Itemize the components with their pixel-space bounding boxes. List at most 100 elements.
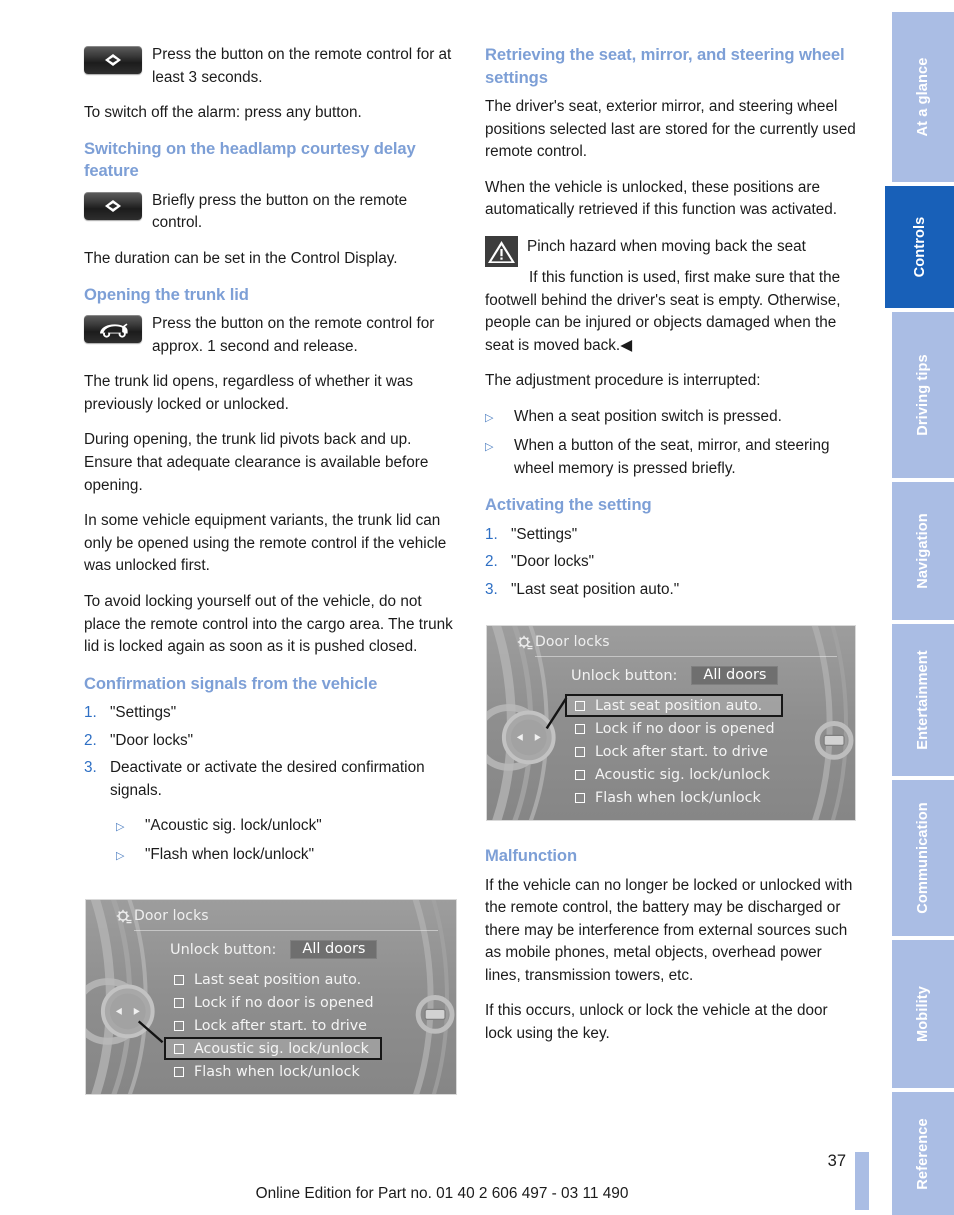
sidebar-item-entertainment[interactable]: Entertainment <box>892 624 954 776</box>
sidebar-item-label: Mobility <box>915 986 931 1042</box>
interrupt-intro-paragraph: The adjustment procedure is interrupted: <box>485 372 761 390</box>
option-flash-when-lock-unlock[interactable]: Flash when lock/unlock <box>170 1060 382 1083</box>
step-number: 1. <box>485 525 498 543</box>
sidebar-item-driving-tips[interactable]: Driving tips <box>892 312 954 478</box>
sidebar-item-communication[interactable]: Communication <box>892 780 954 936</box>
step-number: 3. <box>84 759 97 777</box>
option-lock-after-start-to-drive[interactable]: Lock after start. to drive <box>571 740 783 763</box>
checkbox-icon[interactable] <box>174 997 184 1008</box>
option-label: Last seat position auto. <box>595 697 763 714</box>
confirmation-signals-heading: Confirmation signals from the vehicle <box>84 673 378 693</box>
step-number: 2. <box>485 553 498 571</box>
pinch-hazard-warning: Pinch hazard when moving back the seat I… <box>485 235 859 357</box>
remote-trunk-button-icon <box>84 315 142 344</box>
triangle-bullet-icon: ▷ <box>116 849 125 862</box>
checkbox-icon[interactable] <box>575 700 585 711</box>
sidebar-item-label: Reference <box>915 1117 931 1190</box>
list-item: ▷ When a seat position switch is pressed… <box>485 406 859 430</box>
list-item: ▷ "Acoustic sig. lock/unlock" <box>116 815 458 839</box>
option-label: Flash when lock/unlock <box>595 789 761 806</box>
list-item: 1. "Settings" <box>485 524 859 547</box>
trunk-paragraph-3: In some vehicle equipment variants, the … <box>84 512 447 575</box>
warning-body: If this function is used, first make sur… <box>485 267 859 357</box>
unlock-button-row[interactable]: Unlock button: All doors <box>571 666 779 685</box>
trunk-instruction-text: Press the button on the remote control f… <box>152 315 435 355</box>
checkbox-icon[interactable] <box>575 769 585 780</box>
chapter-tabs-sidebar: At a glance Controls Driving tips Naviga… <box>885 0 954 1215</box>
triangle-bullet-icon: ▷ <box>485 440 494 453</box>
step-number: 3. <box>485 580 498 598</box>
sidebar-item-reference[interactable]: Reference <box>892 1092 954 1215</box>
door-locks-option-list: Last seat position auto. Lock if no door… <box>565 694 783 809</box>
option-lock-if-no-door-is-opened[interactable]: Lock if no door is opened <box>571 717 783 740</box>
checkbox-icon[interactable] <box>575 723 585 734</box>
step-text: "Settings" <box>110 704 177 722</box>
step-text: Deactivate or activate the desired confi… <box>110 759 425 800</box>
option-label: Last seat position auto. <box>194 971 362 988</box>
trunk-paragraph-2: During opening, the trunk lid pivots bac… <box>84 431 429 494</box>
list-item: 3. Deactivate or activate the desired co… <box>84 757 458 802</box>
sidebar-item-label: Driving tips <box>915 354 931 436</box>
activating-steps-list: 1. "Settings" 2. "Door locks" 3. "Last s… <box>485 524 859 602</box>
list-item: ▷ "Flash when lock/unlock" <box>116 844 458 868</box>
option-label: Acoustic sig. lock/unlock <box>194 1040 369 1057</box>
option-acoustic-sig-lock-unlock[interactable]: Acoustic sig. lock/unlock <box>571 763 783 786</box>
sidebar-item-at-a-glance[interactable]: At a glance <box>892 12 954 182</box>
sidebar-item-label: Controls <box>911 216 928 278</box>
alarm-off-paragraph: To switch off the alarm: press any butto… <box>84 104 362 122</box>
checkbox-icon[interactable] <box>174 1020 184 1031</box>
malfunction-paragraph-2: If this occurs, unlock or lock the vehic… <box>485 1002 828 1043</box>
option-label: Lock after start. to drive <box>194 1017 367 1034</box>
warning-title: Pinch hazard when moving back the seat <box>527 237 806 255</box>
sidebar-item-label: Entertainment <box>915 650 931 750</box>
option-last-seat-position-auto[interactable]: Last seat position auto. <box>565 694 783 717</box>
sidebar-item-navigation[interactable]: Navigation <box>892 482 954 620</box>
sidebar-item-controls[interactable]: Controls <box>885 186 954 308</box>
activating-setting-heading: Activating the setting <box>485 495 652 515</box>
malfunction-paragraph-1: If the vehicle can no longer be locked o… <box>485 876 853 984</box>
gear-icon <box>116 909 132 924</box>
unlock-button-value[interactable]: All doors <box>691 666 779 685</box>
unlock-button-label: Unlock button: <box>571 667 678 684</box>
unlock-button-row[interactable]: Unlock button: All doors <box>170 940 378 959</box>
sidebar-item-label: Navigation <box>915 513 931 589</box>
unlock-button-value[interactable]: All doors <box>290 940 378 959</box>
checkbox-icon[interactable] <box>174 974 184 985</box>
checkbox-icon[interactable] <box>174 1043 184 1054</box>
list-item: 1. "Settings" <box>84 702 458 725</box>
option-lock-after-start-to-drive[interactable]: Lock after start. to drive <box>170 1014 382 1037</box>
sidebar-item-mobility[interactable]: Mobility <box>892 940 954 1088</box>
malfunction-section: Malfunction If the vehicle can no longer… <box>485 845 859 1059</box>
triangle-bullet-icon: ▷ <box>485 411 494 424</box>
right-column: Retrieving the seat, mirror, and steerin… <box>485 44 859 613</box>
option-last-seat-position-auto[interactable]: Last seat position auto. <box>170 968 382 991</box>
opening-trunk-lid-heading: Opening the trunk lid <box>84 284 249 304</box>
checkbox-icon[interactable] <box>174 1066 184 1077</box>
option-flash-when-lock-unlock[interactable]: Flash when lock/unlock <box>571 786 783 809</box>
list-item: 3. "Last seat position auto." <box>485 579 859 602</box>
option-label: Lock if no door is opened <box>595 720 775 737</box>
malfunction-heading: Malfunction <box>485 846 577 865</box>
display-title: Door locks <box>134 908 209 924</box>
interrupt-items-list: ▷ When a seat position switch is pressed… <box>485 406 859 480</box>
interrupt-item-text: When a seat position switch is pressed. <box>514 407 782 425</box>
page-number: 37 <box>827 1152 846 1170</box>
headlamp-instruction-row: Briefly press the button on the remote c… <box>84 190 458 235</box>
option-acoustic-sig-lock-unlock[interactable]: Acoustic sig. lock/unlock <box>164 1037 382 1060</box>
title-divider <box>535 656 837 657</box>
checkbox-icon[interactable] <box>575 792 585 803</box>
step-text: "Settings" <box>511 525 578 543</box>
confirmation-steps-list: 1. "Settings" 2. "Door locks" 3. Deactiv… <box>84 702 458 802</box>
checkbox-icon[interactable] <box>575 746 585 757</box>
warning-end-marker: ◀ <box>620 336 632 354</box>
warning-body-text: If this function is used, first make sur… <box>485 268 841 354</box>
trunk-paragraph-4: To avoid locking yourself out of the veh… <box>84 593 453 656</box>
step-text: "Door locks" <box>511 553 595 571</box>
trunk-paragraph-1: The trunk lid opens, regardless of wheth… <box>84 373 414 413</box>
retrieving-paragraph-2: When the vehicle is unlocked, these posi… <box>485 178 837 219</box>
door-locks-option-list: Last seat position auto. Lock if no door… <box>164 968 382 1083</box>
option-lock-if-no-door-is-opened[interactable]: Lock if no door is opened <box>170 991 382 1014</box>
option-label: Flash when lock/unlock <box>194 1063 360 1080</box>
remote-diamond-button-icon <box>84 46 142 74</box>
display-title: Door locks <box>535 634 610 650</box>
